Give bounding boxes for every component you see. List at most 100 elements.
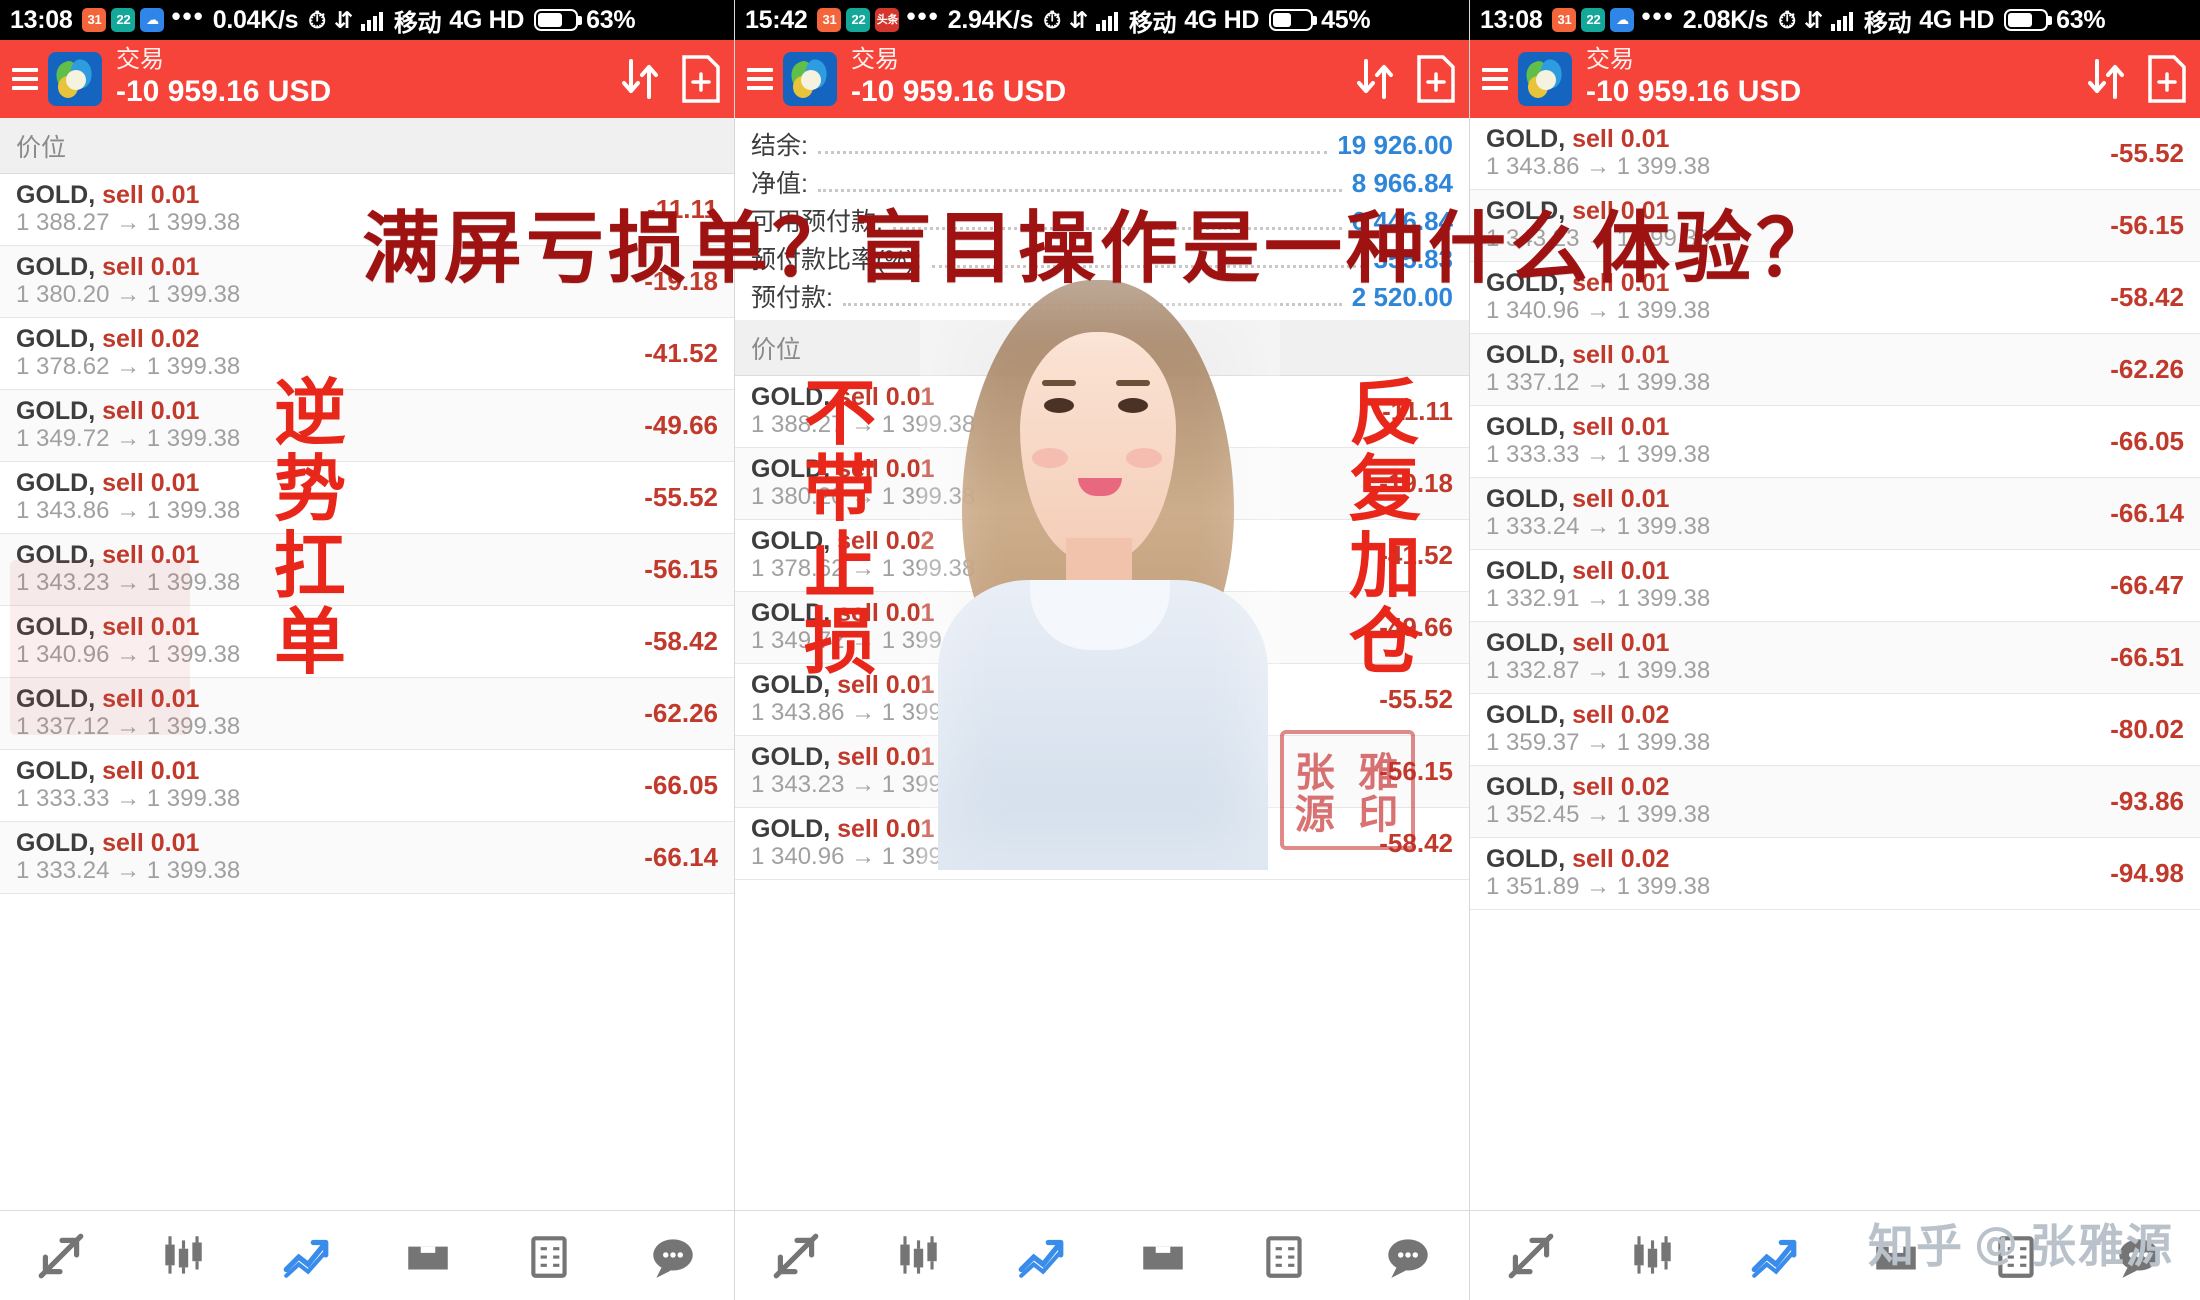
quotes-arrows-icon[interactable] [1505, 1230, 1557, 1282]
table-row[interactable]: GOLD, sell 0.01 1 332.91 → 1 399.38 -66.47 [1470, 550, 2200, 622]
quotes-arrows-icon[interactable] [35, 1230, 87, 1282]
table-row[interactable]: GOLD, sell 0.01 1 388.27 → 1 399.38 -11.11 [735, 376, 1469, 448]
trade-side-volume: sell 0.02 [1572, 700, 1670, 729]
trade-list-3[interactable]: GOLD, sell 0.01 1 343.86 → 1 399.38 -55.52… [1470, 118, 2200, 910]
trade-symbol: GOLD, [16, 252, 103, 281]
trade-prices: 1 343.23 → 1 399.38 [1486, 225, 1711, 253]
table-row[interactable]: GOLD, sell 0.01 1 340.96 → 1 399.38 -58.42 [735, 808, 1469, 880]
table-row[interactable]: GOLD, sell 0.01 1 380.20 → 1 399.38 -19.18 [735, 448, 1469, 520]
table-row[interactable]: GOLD, sell 0.01 1 333.33 → 1 399.38 -66.05 [1470, 406, 2200, 478]
table-row[interactable]: GOLD, sell 0.01 1 343.86 → 1 399.38 -55.52 [735, 664, 1469, 736]
candlestick-chart-icon[interactable] [892, 1230, 944, 1282]
news-list-icon[interactable] [1259, 1230, 1311, 1282]
news-list-icon[interactable] [1991, 1230, 2043, 1282]
sort-arrows-icon[interactable] [1353, 55, 1397, 103]
trade-profit: -62.26 [2110, 354, 2184, 384]
trade-prices: 1 378.62 → 1 399.38 [16, 353, 241, 381]
app-bar-1: 交易 -10 959.16 USD [0, 40, 734, 118]
table-row[interactable]: GOLD, sell 0.01 1 343.86 → 1 399.38 -55.52 [1470, 118, 2200, 190]
trade-profit: -11.11 [647, 194, 718, 224]
data-transfer-icon: ⇵ [333, 6, 353, 33]
trade-side-volume: sell 0.01 [102, 468, 200, 497]
table-row[interactable]: GOLD, sell 0.01 1 337.12 → 1 399.38 -62.26 [1470, 334, 2200, 406]
table-row[interactable]: GOLD, sell 0.01 1 332.87 → 1 399.38 -66.51 [1470, 622, 2200, 694]
trade-info: GOLD, sell 0.02 1 378.62 → 1 399.38 [16, 325, 644, 383]
table-row[interactable]: GOLD, sell 0.02 1 359.37 → 1 399.38 -80.02 [1470, 694, 2200, 766]
table-row[interactable]: GOLD, sell 0.01 1 337.12 → 1 399.38 -62.26 [0, 678, 734, 750]
trade-side-volume: sell 0.01 [1572, 556, 1670, 585]
trade-profit: -66.05 [644, 770, 718, 800]
trade-list-1[interactable]: GOLD, sell 0.01 1 388.27 → 1 399.38 -11.11… [0, 174, 734, 894]
hamburger-icon[interactable] [12, 63, 38, 95]
quotes-arrows-icon[interactable] [770, 1230, 822, 1282]
table-row[interactable]: GOLD, sell 0.02 1 378.62 → 1 399.38 -41.52 [0, 318, 734, 390]
network-type: 4G HD [1184, 5, 1260, 34]
trade-profit: -66.51 [2110, 642, 2184, 672]
trade-info: GOLD, sell 0.01 1 333.33 → 1 399.38 [16, 757, 644, 815]
trade-profit: -66.47 [2110, 570, 2184, 600]
candlestick-chart-icon[interactable] [1626, 1230, 1678, 1282]
trade-symbol: GOLD, [751, 598, 838, 627]
new-order-icon[interactable] [1415, 54, 1457, 104]
table-row[interactable]: GOLD, sell 0.02 1 378.62 → 1 399.38 -41.52 [735, 520, 1469, 592]
sort-arrows-icon[interactable] [2084, 55, 2128, 103]
trade-symbol: GOLD, [751, 814, 838, 843]
trade-list-2[interactable]: GOLD, sell 0.01 1 388.27 → 1 399.38 -11.11… [735, 376, 1469, 880]
trade-prices: 1 380.20 → 1 399.38 [751, 483, 976, 511]
trade-profit: -55.52 [644, 482, 718, 512]
sort-arrows-icon[interactable] [618, 55, 662, 103]
chat-bubble-icon[interactable] [2113, 1230, 2165, 1282]
table-row[interactable]: GOLD, sell 0.01 1 380.20 → 1 399.38 -19.18 [0, 246, 734, 318]
history-inbox-icon[interactable] [1870, 1230, 1922, 1282]
bottom-tabbar-3[interactable] [1470, 1210, 2200, 1300]
new-order-icon[interactable] [680, 54, 722, 104]
table-row[interactable]: GOLD, sell 0.01 1 349.72 → 1 399.38 -49.66 [735, 592, 1469, 664]
table-row[interactable]: GOLD, sell 0.01 1 349.72 → 1 399.38 -49.66 [0, 390, 734, 462]
app-title-block: 交易 -10 959.16 USD [851, 46, 1335, 111]
news-list-icon[interactable] [524, 1230, 576, 1282]
table-row[interactable]: GOLD, sell 0.02 1 351.89 → 1 399.38 -94.98 [1470, 838, 2200, 910]
app-bar-2: 交易 -10 959.16 USD [735, 40, 1469, 118]
table-row[interactable]: GOLD, sell 0.01 1 343.23 → 1 399.38 -56.15 [1470, 190, 2200, 262]
trade-symbol-volume: GOLD, sell 0.01 [16, 253, 644, 282]
trade-symbol: GOLD, [16, 612, 103, 641]
trade-trend-icon[interactable] [1748, 1230, 1800, 1282]
trade-symbol-volume: GOLD, sell 0.01 [1486, 413, 2110, 442]
trade-prices: 1 343.23 → 1 399.38 [751, 771, 976, 799]
trade-symbol-volume: GOLD, sell 0.01 [751, 671, 1379, 700]
account-summary-label: 净值: [751, 170, 808, 198]
battery-icon [1269, 9, 1318, 31]
table-row[interactable]: GOLD, sell 0.01 1 388.27 → 1 399.38 -11.11 [0, 174, 734, 246]
hamburger-icon[interactable] [747, 63, 773, 95]
table-row[interactable]: GOLD, sell 0.01 1 343.86 → 1 399.38 -55.52 [0, 462, 734, 534]
trade-side-volume: sell 0.01 [837, 814, 935, 843]
trade-trend-icon[interactable] [1015, 1230, 1067, 1282]
bottom-tabbar-1[interactable] [0, 1210, 734, 1300]
calendar-icon: 31 [817, 8, 842, 32]
table-row[interactable]: GOLD, sell 0.01 1 343.23 → 1 399.38 -56.15 [0, 534, 734, 606]
new-order-icon[interactable] [2146, 54, 2188, 104]
candlestick-chart-icon[interactable] [157, 1230, 209, 1282]
data-transfer-icon: ⇵ [1068, 6, 1088, 33]
table-row[interactable]: GOLD, sell 0.01 1 340.96 → 1 399.38 -58.42 [0, 606, 734, 678]
account-balance: -10 959.16 USD [851, 75, 1067, 109]
trade-trend-icon[interactable] [280, 1230, 332, 1282]
history-inbox-icon[interactable] [1137, 1230, 1189, 1282]
table-row[interactable]: GOLD, sell 0.01 1 333.24 → 1 399.38 -66.14 [0, 822, 734, 894]
chat-bubble-icon[interactable] [647, 1230, 699, 1282]
table-row[interactable]: GOLD, sell 0.01 1 340.96 → 1 399.38 -58.42 [1470, 262, 2200, 334]
trade-info: GOLD, sell 0.01 1 343.86 → 1 399.38 [751, 671, 1379, 729]
table-row[interactable]: GOLD, sell 0.01 1 333.24 → 1 399.38 -66.14 [1470, 478, 2200, 550]
trade-symbol: GOLD, [1486, 412, 1573, 441]
table-row[interactable]: GOLD, sell 0.01 1 343.23 → 1 399.38 -56.15 [735, 736, 1469, 808]
table-row[interactable]: GOLD, sell 0.02 1 352.45 → 1 399.38 -93.86 [1470, 766, 2200, 838]
trade-profit: -58.42 [2110, 282, 2184, 312]
table-row[interactable]: GOLD, sell 0.01 1 333.33 → 1 399.38 -66.05 [0, 750, 734, 822]
chat-bubble-icon[interactable] [1382, 1230, 1434, 1282]
hamburger-icon[interactable] [1482, 63, 1508, 95]
history-inbox-icon[interactable] [402, 1230, 454, 1282]
trade-symbol: GOLD, [1486, 196, 1573, 225]
trade-side-volume: sell 0.01 [102, 180, 200, 209]
trade-prices: 1 332.87 → 1 399.38 [1486, 657, 1711, 685]
bottom-tabbar-2[interactable] [735, 1210, 1469, 1300]
